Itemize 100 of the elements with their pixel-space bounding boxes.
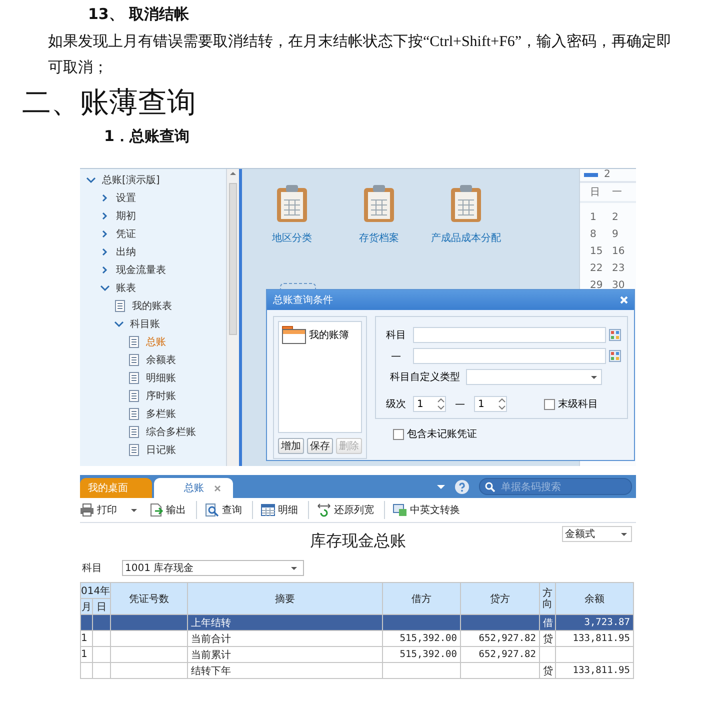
range-separator: —	[454, 398, 466, 410]
grid-picker-icon[interactable]	[609, 350, 621, 362]
dialog-button[interactable]: 增加	[278, 438, 304, 454]
table-row[interactable]: 结转下年 贷 133,811.95	[80, 662, 634, 678]
folder-icon	[282, 326, 306, 344]
field-label: 级次	[385, 398, 407, 411]
column-header: 余额	[556, 582, 634, 614]
input-field[interactable]	[413, 348, 606, 364]
table-cell: 133,811.95	[556, 630, 634, 646]
document-icon	[128, 336, 140, 348]
clipboard-icon	[274, 183, 310, 223]
checkbox[interactable]	[393, 428, 404, 440]
toolbar-button[interactable]: 还原列宽	[317, 501, 385, 519]
scrollbar[interactable]	[226, 169, 239, 466]
calendar-day[interactable]: 16	[612, 246, 634, 257]
document-icon	[128, 408, 140, 420]
tree-item[interactable]: 综合多栏账	[80, 423, 226, 441]
calendar-day[interactable]: 1	[590, 212, 612, 223]
checkbox-label: 包含未记账凭证	[407, 428, 477, 441]
clipboard-icon	[448, 183, 484, 223]
format-dropdown[interactable]: 金额式	[562, 526, 632, 542]
calendar-day[interactable]: 22	[590, 263, 612, 274]
caret-down-icon[interactable]	[437, 484, 445, 488]
calendar-day[interactable]: 30	[612, 280, 634, 291]
table-cell: 上年结转	[188, 614, 382, 630]
toolbar-button[interactable]: 输出	[149, 501, 197, 519]
field-label: 科目	[82, 562, 102, 575]
desktop-shortcut[interactable]: 存货档案	[344, 183, 414, 245]
document-icon	[128, 354, 140, 366]
tree-item[interactable]: 日记账	[80, 441, 226, 459]
tree-item[interactable]: 明细账	[80, 369, 226, 387]
column-header: 月	[80, 598, 92, 614]
document-icon	[128, 426, 140, 438]
caret-down-icon	[291, 566, 297, 570]
grid-picker-icon[interactable]	[609, 329, 621, 341]
tree-item[interactable]: 出纳	[80, 243, 226, 261]
table-row[interactable]: 1 当前合计 515,392.00 652,927.82 贷 133,811.95	[80, 630, 634, 646]
desktop-shortcut[interactable]: 产成品成本分配	[431, 183, 501, 245]
table-row[interactable]: 1 当前累计 515,392.00 652,927.82	[80, 646, 634, 662]
toolbar-button[interactable]: 查询	[205, 501, 253, 519]
weekday-label: 一	[612, 186, 623, 199]
table-cell: 当前合计	[188, 630, 382, 646]
desktop-shortcut[interactable]: 地区分类	[257, 183, 327, 245]
dropdown-field[interactable]	[466, 369, 602, 385]
column-header: 贷方	[460, 582, 540, 614]
item-heading: 13、 取消结帐	[87, 4, 190, 25]
caret-down-icon	[591, 376, 597, 378]
table-icon	[261, 503, 275, 517]
checkbox[interactable]	[544, 398, 555, 410]
help-icon[interactable]	[455, 480, 469, 494]
calendar-day[interactable]: 8	[590, 229, 612, 240]
document-icon	[128, 390, 140, 402]
calendar-day[interactable]: 2	[612, 212, 634, 223]
tree-item[interactable]: 凭证	[80, 225, 226, 243]
column-header: 方向	[540, 582, 556, 614]
tree-item[interactable]: 账表	[80, 279, 226, 297]
table-cell: 1	[80, 630, 92, 646]
field-label: 科目	[385, 328, 407, 342]
spin-field[interactable]: 1	[413, 396, 446, 412]
tree-item[interactable]: 期初	[80, 207, 226, 225]
toolbar-button[interactable]: 中英文转换	[393, 503, 468, 517]
calendar-day[interactable]: 23	[612, 263, 634, 274]
tree-item[interactable]: 总账[演示版]	[80, 171, 226, 189]
section-heading: 二、账薄查询	[22, 86, 197, 121]
field-label: 科目自定义类型	[390, 370, 460, 384]
spin-field[interactable]: 1	[474, 396, 507, 412]
table-cell: 133,811.95	[556, 662, 634, 678]
tree-item[interactable]: 多栏账	[80, 405, 226, 423]
tree-item[interactable]: 我的账表	[80, 297, 226, 315]
list-item[interactable]: 我的账簿	[282, 326, 358, 344]
column-header: 014年	[80, 582, 110, 598]
tree-item[interactable]: 余额表	[80, 351, 226, 369]
tree-item[interactable]: 现金流量表	[80, 261, 226, 279]
calendar-day[interactable]: 29	[590, 280, 612, 291]
table-cell: 3,723.87	[556, 614, 634, 630]
close-icon[interactable]	[214, 484, 221, 492]
caret-down-icon	[621, 532, 627, 536]
toolbar-button[interactable]: 打印	[80, 503, 145, 517]
table-cell: 当前累计	[188, 646, 382, 662]
table-cell: 652,927.82	[460, 646, 540, 662]
monitor-icon	[393, 503, 407, 517]
calendar-day[interactable]: 15	[590, 246, 612, 257]
subject-dropdown[interactable]: 1001 库存现金	[122, 560, 304, 576]
dialog-button[interactable]: 保存	[307, 438, 333, 454]
table-row[interactable]: 上年结转 借 3,723.87	[80, 614, 634, 630]
report-title: 库存现金总账	[310, 530, 406, 552]
spinner-arrows-icon	[498, 398, 506, 410]
subsection-heading: 1．总账查询	[104, 127, 190, 147]
tree-item[interactable]: 设置	[80, 189, 226, 207]
tab[interactable]: 总账	[154, 478, 233, 498]
search-icon	[485, 482, 495, 492]
input-field[interactable]	[413, 327, 606, 343]
tree-item[interactable]: 科目账	[80, 315, 226, 333]
column-header: 凭证号数	[110, 582, 188, 614]
tree-item[interactable]: 序时账	[80, 387, 226, 405]
toolbar-button[interactable]: 明细	[261, 501, 309, 519]
table-cell: 1	[80, 646, 92, 662]
calendar-day[interactable]: 9	[612, 229, 634, 240]
checkbox-label: 末级科目	[558, 398, 598, 411]
dialog-title: 总账查询条件	[273, 294, 333, 307]
